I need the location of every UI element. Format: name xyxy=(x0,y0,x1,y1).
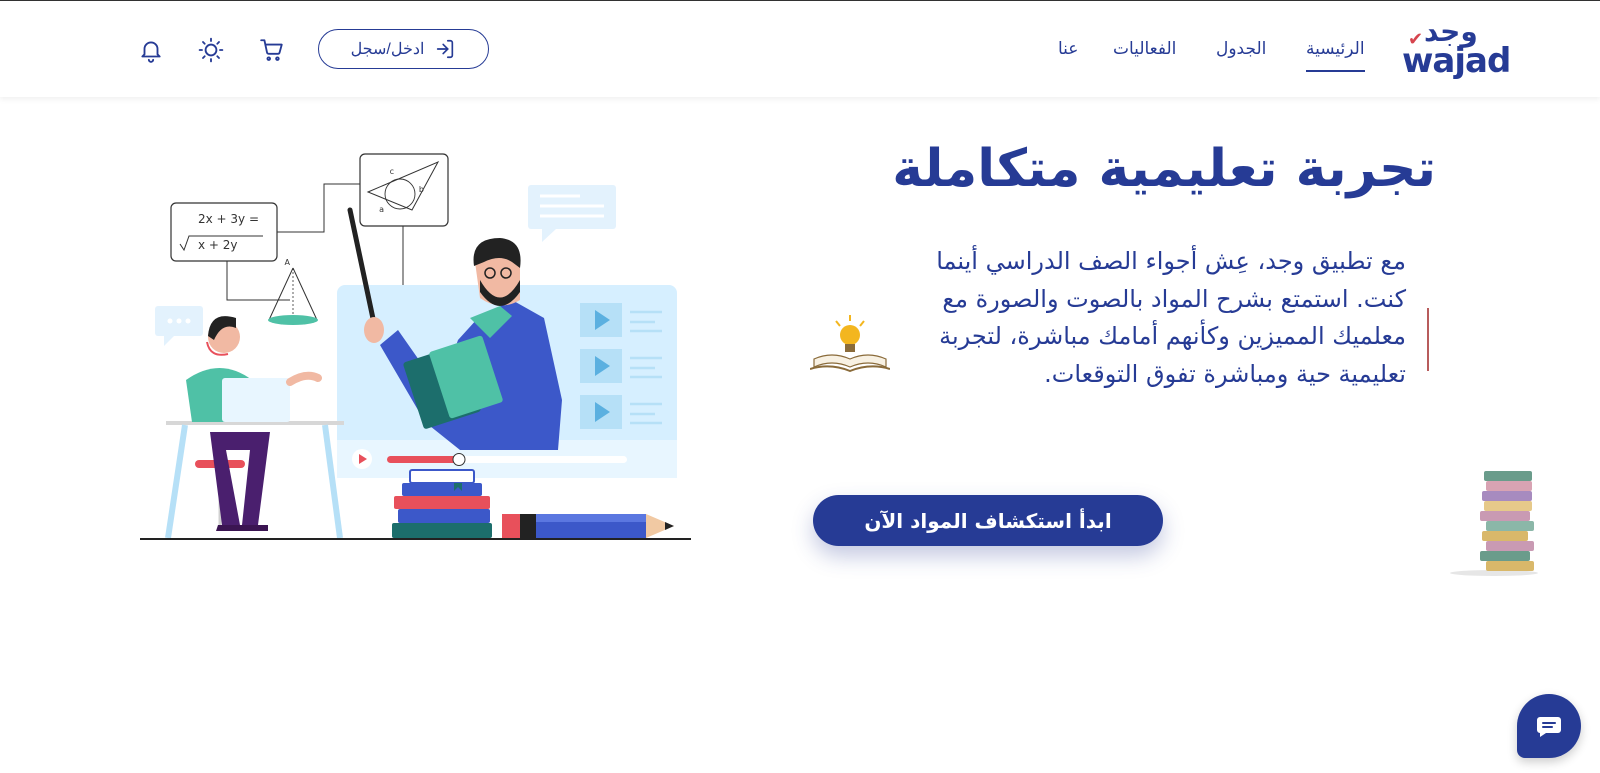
equation-card: 2x + 3y = x + 2y xyxy=(170,202,278,262)
triangle-label-c: c xyxy=(390,167,394,176)
login-button-label: ادخل/سجل xyxy=(350,41,425,58)
nav-about[interactable]: عنا xyxy=(1058,38,1078,60)
sun-icon[interactable] xyxy=(198,37,224,63)
geometry-card: c b a xyxy=(359,153,449,227)
nav-events[interactable]: الفعاليات xyxy=(1113,38,1176,60)
speech-bubble-left-icon xyxy=(155,306,203,346)
cart-icon[interactable] xyxy=(259,37,285,63)
hero-description: مع تطبيق وجد، عِش أجواء الصف الدراسي أين… xyxy=(936,247,1406,388)
student-figure xyxy=(165,316,344,539)
description-accent-bar xyxy=(1427,308,1429,371)
logo-latin-text: wajad xyxy=(1402,41,1511,81)
bell-icon[interactable] xyxy=(138,37,164,63)
cone-label: A xyxy=(285,258,291,267)
equation-line-2: x + 2y xyxy=(198,238,238,252)
explore-subjects-button[interactable]: ابدأ استكشاف المواد الآن xyxy=(813,495,1163,546)
login-icon xyxy=(437,39,454,59)
login-register-button[interactable]: ادخل/سجل xyxy=(318,29,489,69)
nav-home[interactable]: الرئيسية xyxy=(1306,38,1365,72)
wajad-logo[interactable]: ✔ وجد wajad xyxy=(1402,17,1511,80)
chat-icon xyxy=(1537,717,1561,737)
books-stack-icon xyxy=(1450,471,1538,576)
nav-schedule[interactable]: الجدول xyxy=(1216,38,1266,60)
site-header: ✔ وجد wajad الرئيسية الجدول الفعاليات عن… xyxy=(0,1,1600,97)
hero-title: تجربة تعليمية متكاملة xyxy=(892,139,1436,199)
pencil-shape xyxy=(502,514,674,538)
equation-line-1: 2x + 3y = xyxy=(198,212,259,226)
speech-bubble-top-icon xyxy=(528,185,616,242)
chat-button[interactable] xyxy=(1517,694,1581,758)
triangle-label-b: b xyxy=(419,185,424,194)
open-book-bulb-icon xyxy=(810,315,890,373)
books-pile xyxy=(392,469,492,538)
online-class-illustration: 2x + 3y = x + 2y c b a A xyxy=(140,153,691,540)
cone-shape: A xyxy=(268,258,318,325)
triangle-label-a: a xyxy=(379,205,384,214)
